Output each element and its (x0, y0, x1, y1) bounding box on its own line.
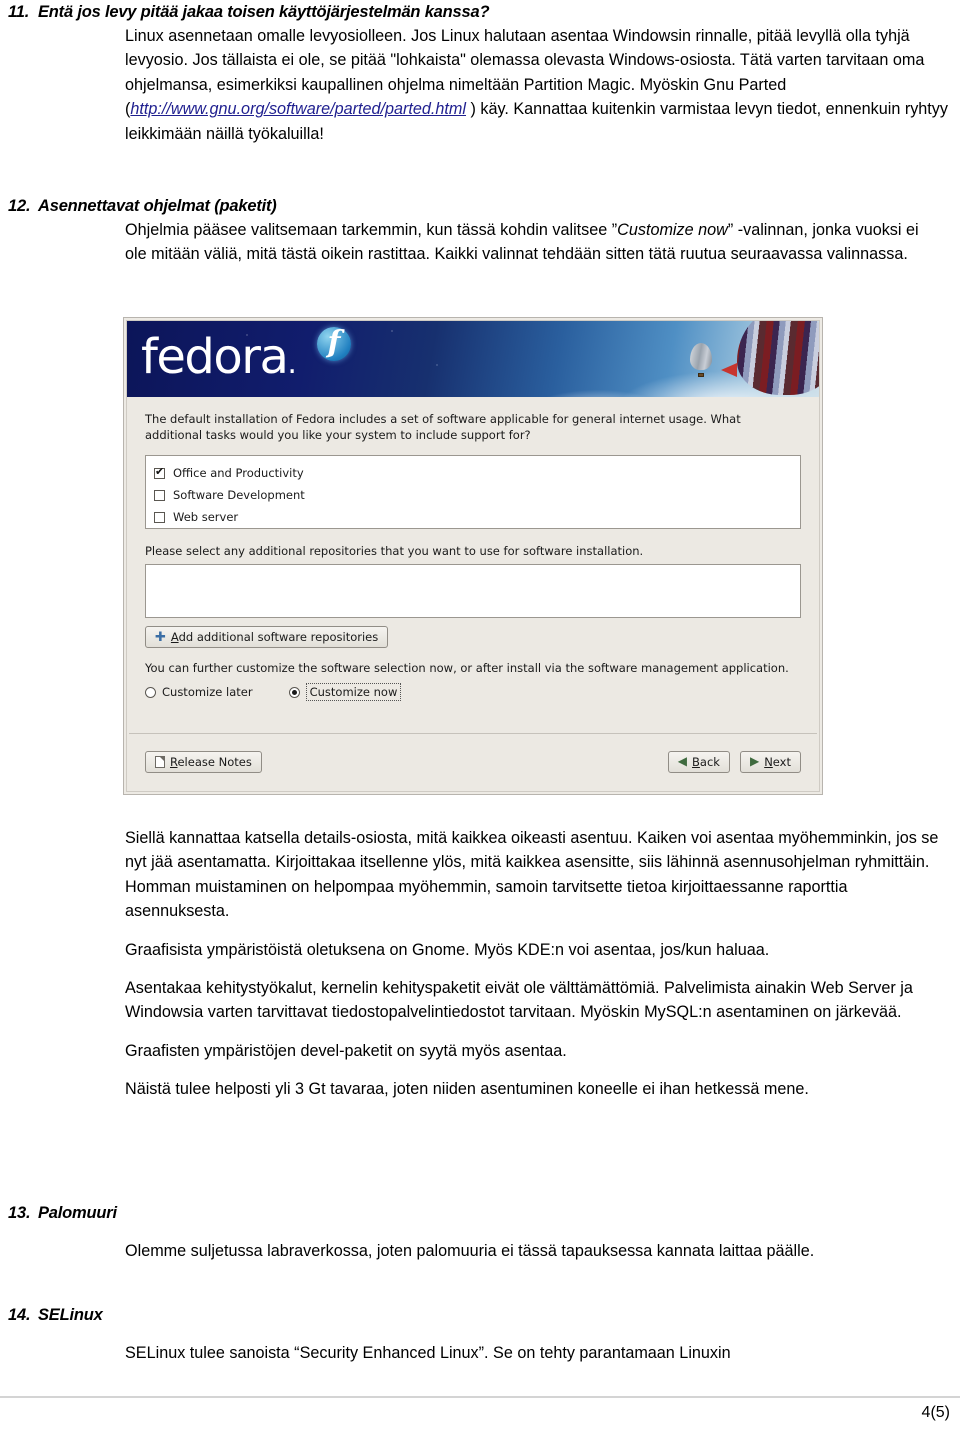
add-additional-software-repositories-button[interactable]: ✚ Add additional software repositories (145, 626, 389, 648)
footer-divider (0, 1396, 960, 1398)
checkbox-office-and-productivity[interactable] (154, 465, 165, 479)
task-row-web-server[interactable]: Web server (154, 506, 792, 528)
arrow-right-icon: ▶ (749, 754, 760, 768)
lower-paragraph-2: Graafisista ympäristöistä oletuksena on … (125, 940, 770, 959)
section-12-body: Ohjelmia pääsee valitsemaan tarkemmin, k… (125, 218, 940, 267)
section-11-paragraph: Linux asennetaan omalle levyosiolleen. J… (125, 24, 956, 146)
small-balloon-envelope (690, 343, 712, 370)
section-13: 13. Palomuuri Olemme suljetussa labraverk… (8, 1203, 960, 1263)
section-12-heading: 12. Asennettavat ohjelmat (paketit) (8, 196, 960, 216)
section-11-title: Entä jos levy pitää jakaa toisen käyttöj… (38, 3, 490, 21)
section-13-paragraph: Olemme suljetussa labraverkossa, joten p… (125, 1242, 815, 1260)
customize-later-post: ater (229, 685, 253, 699)
radio-customize-later[interactable]: Customize later (145, 685, 253, 699)
fedora-banner: fedora. (127, 321, 819, 397)
section-12-paragraph: Ohjelmia pääsee valitsemaan tarkemmin, k… (125, 218, 940, 267)
section-14-body: SELinux tulee sanoista “Security Enhance… (125, 1341, 956, 1365)
lower-paragraphs: Siellä kannattaa katsella details-osiost… (125, 826, 946, 1102)
large-balloon-icon (721, 321, 819, 397)
radio-button-customize-now[interactable] (288, 686, 300, 698)
section-11-number: 11. (8, 3, 30, 21)
balloon-flag-icon (721, 363, 737, 377)
back-button[interactable]: ◀ Back (667, 750, 730, 773)
fedora-installer-screenshot: fedora. The default installation of Fedo… (123, 317, 823, 795)
lower-paragraph-3: Asentakaa kehitystyökalut, kernelin kehi… (125, 979, 913, 1022)
section-12: 12. Asennettavat ohjelmat (paketit) Ohjel… (8, 196, 960, 267)
plus-icon: ✚ (155, 629, 166, 645)
further-customize-text: You can further customize the software s… (145, 661, 789, 675)
section-13-heading: 13. Palomuuri (8, 1203, 960, 1223)
release-notes-button[interactable]: Release Notes (145, 750, 262, 773)
task-row-software-development[interactable]: Software Development (154, 484, 792, 506)
fedora-brand-text: fedora (141, 329, 289, 385)
next-label: ext (772, 754, 791, 769)
customize-now-emphasis: Customize now (617, 221, 728, 239)
repository-instruction-text: Please select any additional repositorie… (145, 544, 644, 558)
checkbox-software-development[interactable] (154, 489, 165, 501)
document-page: 11. Entä jos levy pitää jakaa toisen käyt… (0, 0, 960, 1440)
task-label-web-server: Web server (173, 510, 239, 524)
task-checkbox-list: Office and Productivity Software Develop… (145, 455, 801, 529)
section-13-body: Olemme suljetussa labraverkossa, joten p… (125, 1239, 956, 1263)
fedora-brand-dot: . (287, 346, 297, 381)
large-balloon-envelope (737, 321, 819, 395)
add-repo-button-wrap: ✚ Add additional software repositories (145, 626, 801, 648)
section-14-title: SELinux (38, 1306, 103, 1324)
section-14-paragraph: SELinux tulee sanoista “Security Enhance… (125, 1344, 731, 1362)
repository-list-box[interactable] (145, 564, 801, 618)
section-13-title: Palomuuri (38, 1204, 117, 1222)
next-accel: N (764, 754, 773, 769)
small-balloon-icon (690, 343, 712, 377)
nav-buttons: ◀ Back ▶ Next (667, 750, 801, 773)
lower-paragraph-1: Siellä kannattaa katsella details-osiost… (125, 829, 939, 921)
page-number: 4(5) (921, 1404, 950, 1421)
section-11-body: Linux asennetaan omalle levyosiolleen. J… (125, 24, 956, 146)
radio-customize-now[interactable]: Customize now (288, 683, 402, 701)
section-11-heading: 11. Entä jos levy pitää jakaa toisen käyt… (8, 2, 960, 22)
document-icon (155, 755, 165, 768)
section-11: 11. Entä jos levy pitää jakaa toisen käyt… (8, 2, 960, 146)
add-repo-label: dd additional software repositories (178, 630, 379, 644)
installer-content: The default installation of Fedora inclu… (127, 397, 819, 791)
customize-now-post: ustomize now (317, 685, 398, 699)
fedora-wordmark: fedora. (141, 333, 297, 388)
radio-button-customize-later[interactable] (145, 686, 156, 698)
section-12-number: 12. (8, 197, 31, 215)
add-repo-accel: A (170, 630, 179, 644)
customize-now-accel: C (309, 685, 318, 699)
back-accel: B (692, 754, 700, 769)
installer-intro-text: The default installation of Fedora inclu… (145, 412, 741, 442)
next-button[interactable]: ▶ Next (739, 750, 801, 773)
fedora-f-logo-icon (317, 325, 351, 361)
release-notes-label: elease Notes (177, 754, 252, 769)
section-14-number: 14. (8, 1306, 31, 1324)
back-label: ack (699, 754, 720, 769)
installer-button-bar: Release Notes ◀ Back ▶ Next (129, 733, 817, 789)
parted-url-link[interactable]: http://www.gnu.org/software/parted/parte… (130, 100, 466, 118)
section-12-title: Asennettavat ohjelmat (paketit) (38, 197, 277, 215)
section-14: 14. SELinux SELinux tulee sanoista “Secur… (8, 1305, 960, 1365)
customize-radio-group: Customize later Customize now (145, 683, 801, 701)
checkbox-web-server[interactable] (154, 511, 165, 523)
lower-paragraph-4: Graafisten ympäristöjen devel-paketit on… (125, 1041, 567, 1060)
lower-paragraph-5: Näistä tulee helposti yli 3 Gt tavaraa, … (125, 1080, 809, 1099)
installer-window: fedora. The default installation of Fedo… (126, 320, 820, 792)
customize-later-pre: Customize (162, 685, 227, 699)
small-balloon-basket (698, 373, 704, 377)
section-12-text-pre: Ohjelmia pääsee valitsemaan tarkemmin, k… (125, 221, 618, 239)
section-13-number: 13. (8, 1204, 31, 1222)
section-14-heading: 14. SELinux (8, 1305, 960, 1325)
task-label-software-development: Software Development (173, 488, 305, 502)
arrow-left-icon: ◀ (677, 754, 688, 768)
task-row-office[interactable]: Office and Productivity (154, 462, 792, 484)
task-label-office: Office and Productivity (173, 466, 304, 480)
